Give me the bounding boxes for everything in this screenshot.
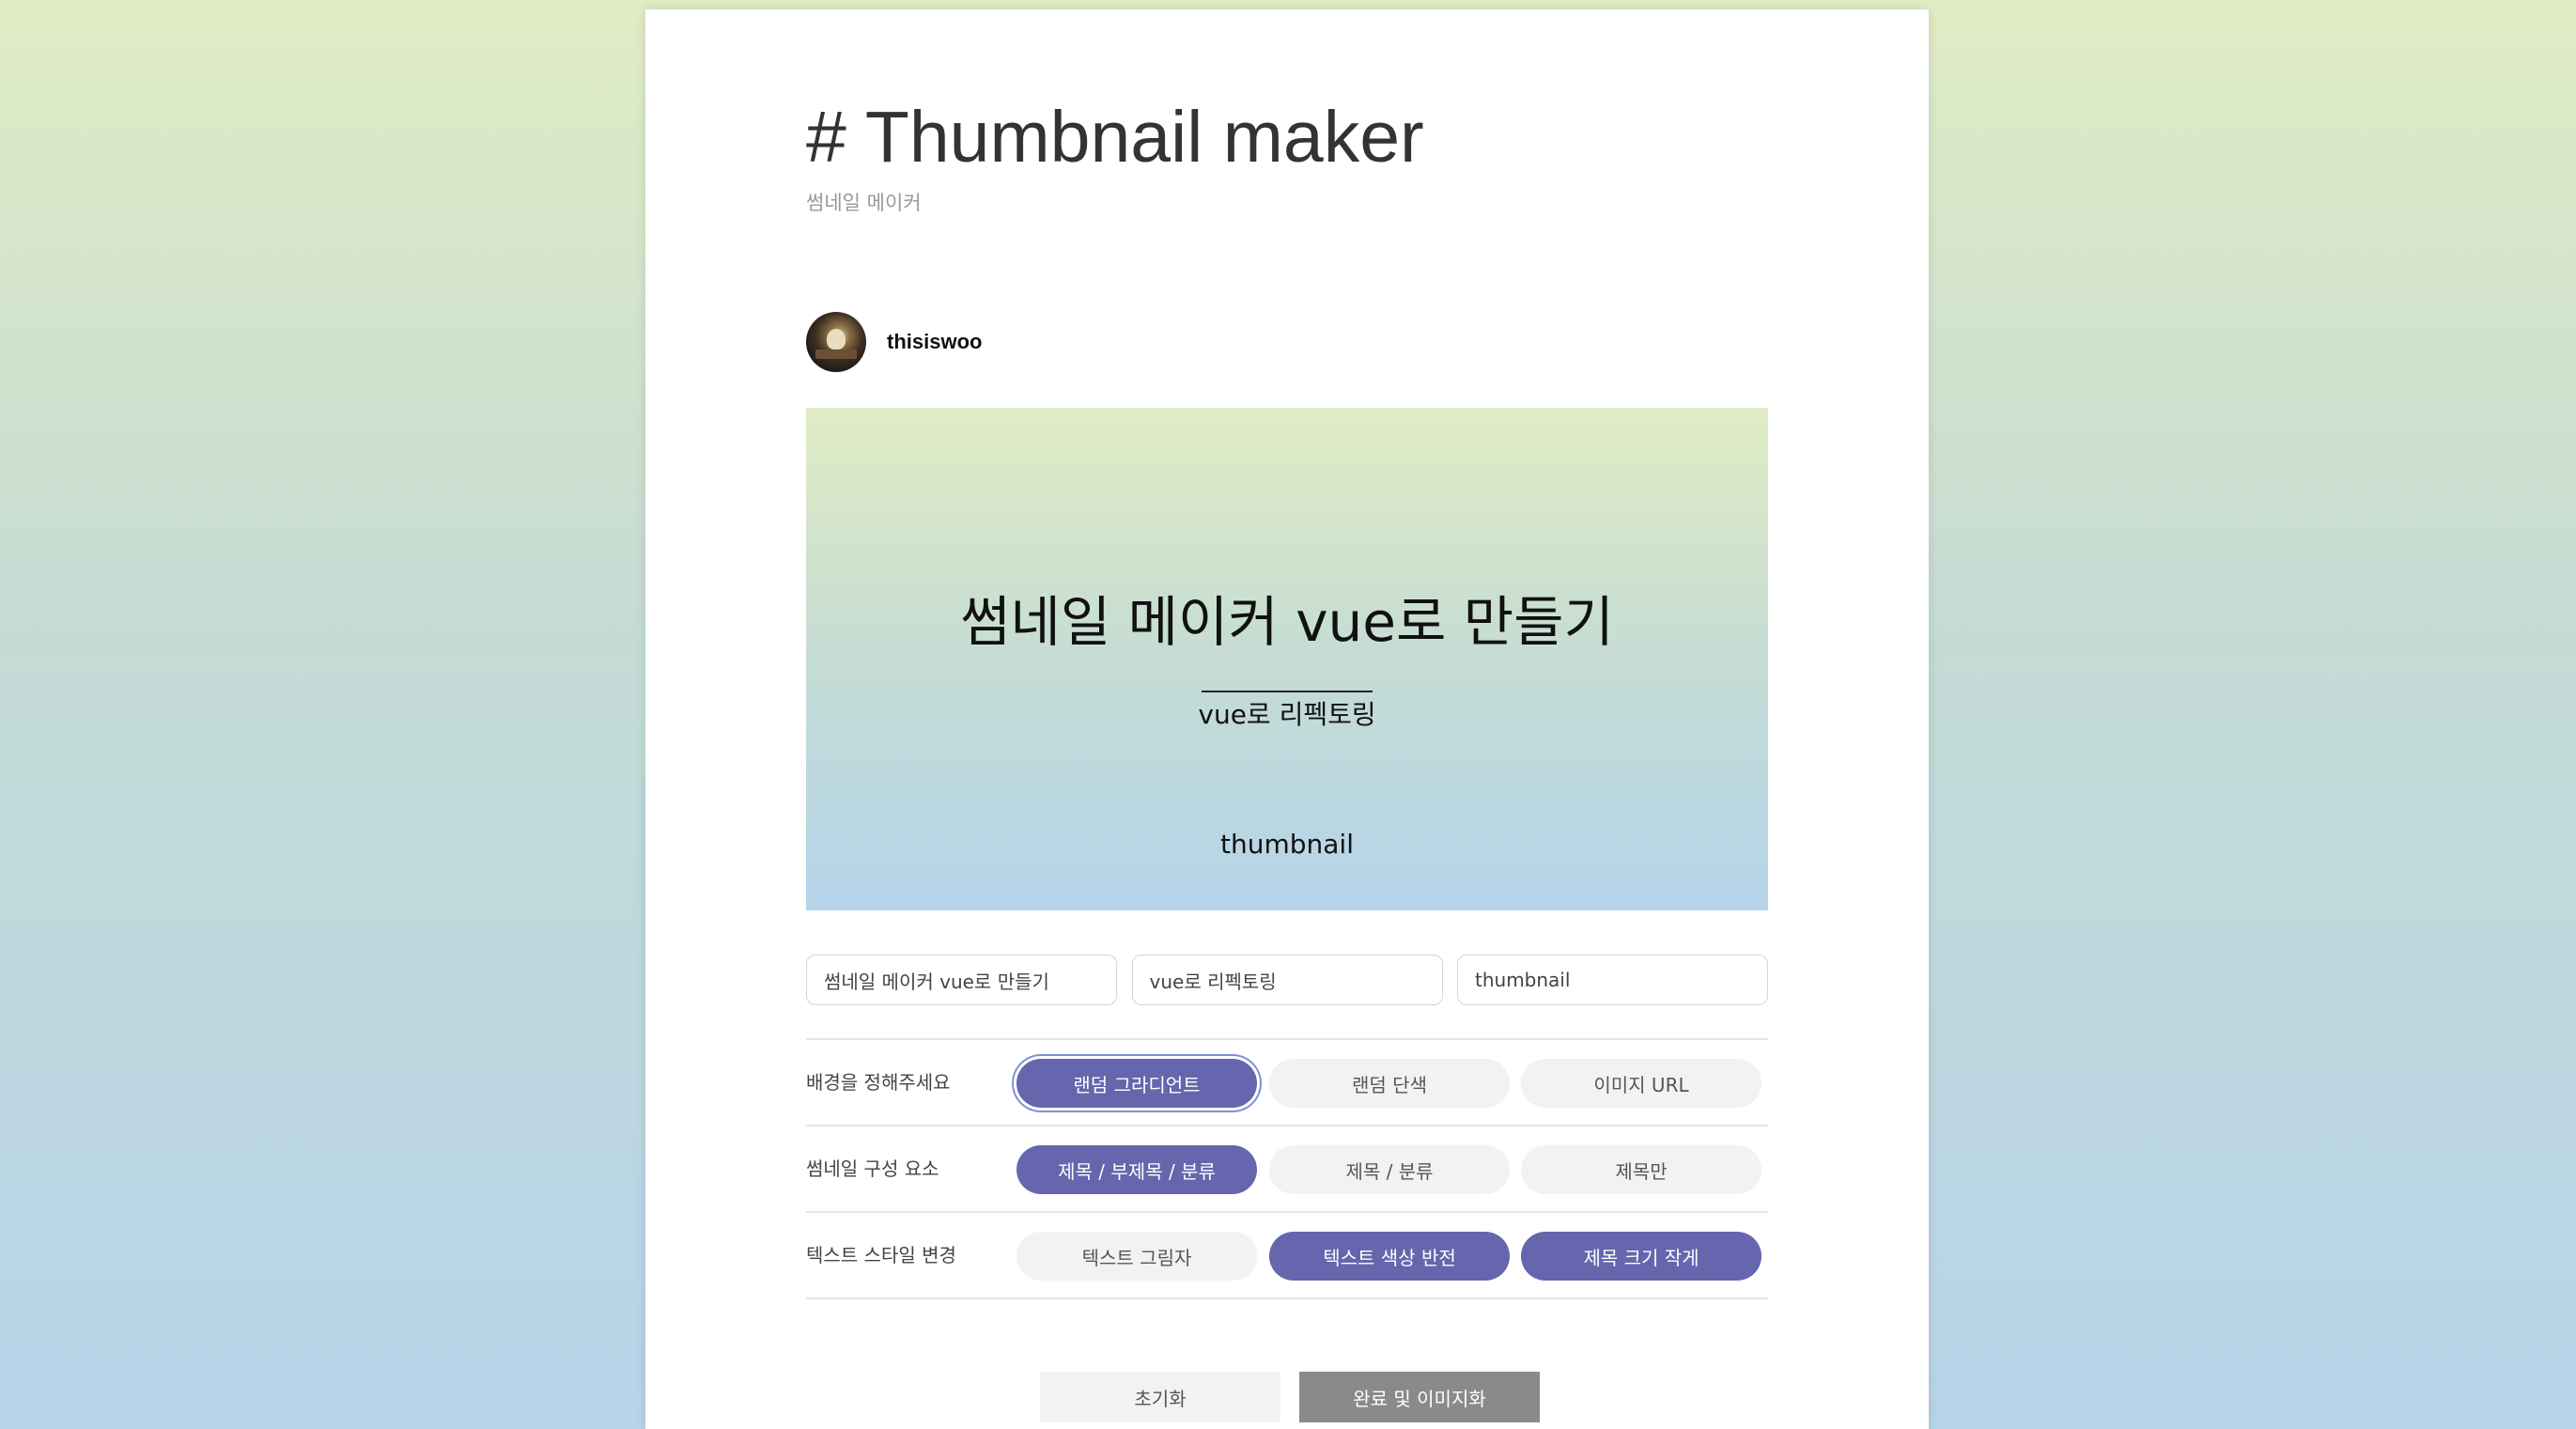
avatar-photo-icon [827,329,846,349]
author-info: thisiswoo [806,312,982,372]
smaller-title-button[interactable]: 제목 크기 작게 [1521,1232,1761,1281]
random-solid-button[interactable]: 랜덤 단색 [1269,1059,1510,1108]
title-subtitle-category-button[interactable]: 제목 / 부제목 / 분류 [1016,1145,1257,1194]
image-url-button[interactable]: 이미지 URL [1521,1059,1761,1108]
author-name: thisiswoo [887,330,983,353]
preview-category: thumbnail [1220,829,1354,860]
main-card: # Thumbnail maker 썸네일 메이커 thisiswoo 썸네일 … [645,9,1929,1429]
text-style-option-label: 텍스트 스타일 변경 [806,1244,956,1266]
title-input[interactable] [806,955,1117,1005]
preview-subtitle: vue로 리펙토링 [1198,699,1376,730]
background-option-row: 배경을 정해주세요 랜덤 그라디언트 랜덤 단색 이미지 URL [806,1038,1768,1125]
text-shadow-button[interactable]: 텍스트 그림자 [1016,1232,1257,1281]
category-input[interactable] [1457,955,1768,1005]
reset-button[interactable]: 초기화 [1040,1372,1280,1422]
subtitle-input[interactable] [1131,955,1443,1005]
page-subtitle: 썸네일 메이커 [806,192,922,214]
text-style-option-row: 텍스트 스타일 변경 텍스트 그림자 텍스트 색상 반전 제목 크기 작게 [806,1211,1768,1299]
composition-option-row: 썸네일 구성 요소 제목 / 부제목 / 분류 제목 / 분류 제목만 [806,1125,1768,1211]
avatar [806,312,866,372]
preview-divider [1202,691,1373,692]
preview-title: 썸네일 메이커 vue로 만들기 [960,590,1614,654]
text-inputs [806,955,1768,1005]
thumbnail-preview: 썸네일 메이커 vue로 만들기 vue로 리펙토링 thumbnail [806,408,1768,910]
avatar-photo-base [815,349,857,359]
action-buttons: 초기화 완료 및 이미지화 [645,1372,1929,1422]
invert-text-color-button[interactable]: 텍스트 색상 반전 [1269,1232,1510,1281]
composition-option-label: 썸네일 구성 요소 [806,1157,939,1180]
random-gradient-button[interactable]: 랜덤 그라디언트 [1016,1059,1257,1108]
title-category-button[interactable]: 제목 / 분류 [1269,1145,1510,1194]
page-title: # Thumbnail maker [806,97,1424,178]
complete-and-export-button[interactable]: 완료 및 이미지화 [1299,1372,1540,1422]
background-option-label: 배경을 정해주세요 [806,1071,951,1094]
title-only-button[interactable]: 제목만 [1521,1145,1761,1194]
